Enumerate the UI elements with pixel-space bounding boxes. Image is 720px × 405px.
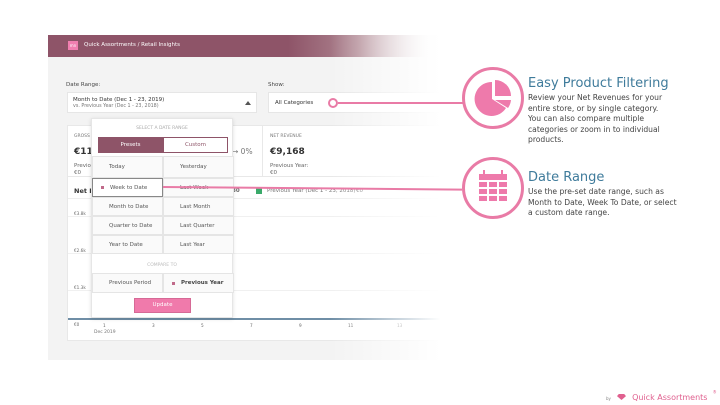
compare-previous-period[interactable]: Previous Period <box>92 273 163 293</box>
date-range-label: Date Range: <box>66 82 101 88</box>
app-screenshot: mn Quick Assortments / Retail Insights D… <box>48 35 448 360</box>
x-tick-label: 11 <box>348 323 354 328</box>
gem-icon <box>617 394 626 400</box>
dropdown-heading: SELECT A DATE RANGE <box>136 126 188 131</box>
x-tick-label: 3 <box>152 323 155 328</box>
change-percent: → 0% <box>232 147 253 156</box>
show-label: Show: <box>268 82 285 88</box>
preset-last-month[interactable]: Last Month <box>163 197 234 216</box>
preset-year-to-date[interactable]: Year to Date <box>92 235 163 254</box>
compare-heading: COMPARE TO <box>147 263 177 268</box>
connector-knob <box>328 98 338 108</box>
date-range-dropdown: SELECT A DATE RANGE Presets Custom Today… <box>91 118 234 318</box>
x-tick-label: 1 <box>103 323 106 328</box>
x-tick-label: 9 <box>299 323 302 328</box>
chart-baseline <box>68 318 448 320</box>
preset-yesterday[interactable]: Yesterday <box>163 156 234 178</box>
compare-previous-year[interactable]: Previous Year <box>163 273 234 293</box>
date-range-compare: vs. Previous Year (Dec 1 - 23, 2018) <box>73 104 159 109</box>
net-revenue-label: NET REVENUE <box>270 134 302 139</box>
net-revenue-value: €9,168 <box>270 147 305 157</box>
feature-icon-ring <box>462 67 524 129</box>
selected-dot <box>172 281 175 285</box>
calendar-icon <box>479 170 507 201</box>
feature-date-range: Date Range Use the pre-set date range, s… <box>528 170 718 219</box>
app-header: mn Quick Assortments / Retail Insights <box>48 35 448 57</box>
x-axis-month: Dec 2019 <box>94 330 116 335</box>
x-tick-label: 7 <box>250 323 253 328</box>
caret-up-icon <box>245 101 251 105</box>
date-range-select[interactable]: Month to Date (Dec 1 - 23, 2019) vs. Pre… <box>67 92 257 113</box>
tab-presets[interactable]: Presets <box>98 137 163 153</box>
x-tick-label: 13 <box>397 323 403 328</box>
category-value: All Categories <box>275 100 314 106</box>
feature-body: Use the pre-set date range, such as Month… <box>528 187 677 218</box>
preset-month-to-date[interactable]: Month to Date <box>92 197 163 216</box>
gross-label: GROSS <box>74 134 90 139</box>
pie-chart-icon <box>474 80 511 116</box>
connector-line <box>338 102 463 104</box>
selected-dot <box>101 186 104 189</box>
preset-quarter-to-date[interactable]: Quarter to Date <box>92 216 163 235</box>
update-button[interactable]: Update <box>134 298 191 313</box>
preset-week-to-date[interactable]: Week to Date <box>92 178 163 197</box>
feature-product-filtering: Easy Product Filtering Review your Net R… <box>528 76 718 146</box>
logo: mn <box>68 41 78 50</box>
legend-checkbox[interactable] <box>256 188 262 194</box>
breadcrumb: Quick Assortments / Retail Insights <box>84 42 180 48</box>
feature-title: Easy Product Filtering <box>528 76 669 91</box>
feature-title: Date Range <box>528 170 605 185</box>
feature-body: Review your Net Revenues for your entire … <box>528 93 663 145</box>
date-range-value: Month to Date (Dec 1 - 23, 2019) <box>73 97 165 103</box>
tab-custom[interactable]: Custom <box>163 137 228 153</box>
feature-icon-ring <box>462 157 524 219</box>
y-tick-label: €0 <box>74 322 80 327</box>
preset-last-quarter[interactable]: Last Quarter <box>163 216 234 235</box>
x-tick-label: 5 <box>201 323 204 328</box>
preset-last-year[interactable]: Last Year <box>163 235 234 254</box>
net-prev-label: Previous Year: <box>270 163 309 169</box>
preset-today[interactable]: Today <box>92 156 163 178</box>
divider <box>262 126 263 176</box>
footer-brand: by Quick Assortments ® <box>606 389 717 402</box>
